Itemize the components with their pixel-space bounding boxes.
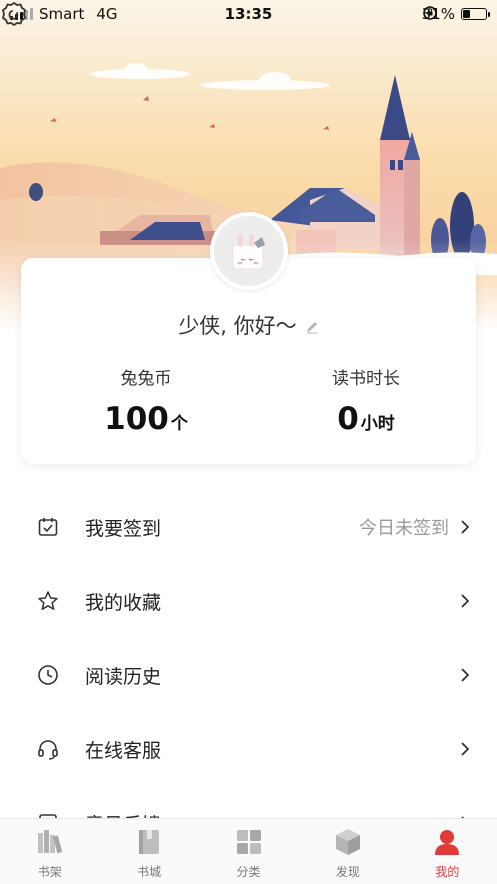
stat-coins-value-row: 100 个 [46,401,246,437]
greeting-row[interactable]: 少侠, 你好～ [21,310,476,340]
avatar[interactable] [210,212,288,290]
battery-icon [461,8,490,20]
tab-label-mine: 我的 [435,865,460,879]
settings-gear-icon[interactable] [0,0,28,28]
tab-label-bookstore: 书城 [137,865,162,879]
bottom-tab-bar: 书架 书城 分类 发现 我的 [0,818,497,884]
menu-label-support: 在线客服 [85,739,162,762]
tab-category[interactable]: 分类 [199,819,298,884]
chevron-right-icon [461,594,469,608]
tab-mine[interactable]: 我的 [398,819,497,884]
stat-coins-unit: 个 [170,414,188,434]
status-right: 31% [422,5,490,23]
stat-reading-time[interactable]: 读书时长 0 小时 [266,364,466,437]
stat-coins-label: 兔兔币 [120,369,172,389]
chevron-right-icon [461,668,469,682]
stat-coins[interactable]: 兔兔币 100 个 [46,364,246,437]
tab-discover[interactable]: 发现 [298,819,397,884]
menu-list: 我要签到 今日未签到 我的收藏 阅读历史 在线客服 意见反馈 [0,490,497,860]
calendar-check-icon [38,518,58,536]
menu-label-favorites: 我的收藏 [85,591,162,614]
edit-pencil-icon[interactable] [305,320,319,334]
tab-bookstore[interactable]: 书城 [99,819,198,884]
stat-coins-value: 100 [104,401,169,437]
stat-reading-unit: 小时 [360,414,395,434]
menu-item-favorites[interactable]: 我的收藏 [0,564,497,638]
menu-item-checkin[interactable]: 我要签到 今日未签到 [0,490,497,564]
checkin-status: 今日未签到 [359,518,449,539]
tab-bookshelf[interactable]: 书架 [0,819,99,884]
headset-icon [38,740,58,760]
tab-label-discover: 发现 [335,865,360,879]
star-icon [38,591,58,610]
user-icon [435,830,460,855]
cube-icon [335,829,360,855]
bookshelf-icon [37,830,62,854]
menu-item-support[interactable]: 在线客服 [0,712,497,786]
tab-label-bookshelf: 书架 [37,865,62,879]
battery-fill [463,10,470,18]
chevron-right-icon [461,742,469,756]
menu-label-checkin: 我要签到 [85,517,162,540]
greeting-text: 少侠, 你好～ [178,314,297,338]
status-bar: Smart 4G 13:35 31% [0,0,497,28]
stat-reading-value: 0 [337,401,359,437]
clock-icon [38,665,58,685]
rabbit-avatar-icon [232,234,265,270]
rotation-lock-icon [422,6,437,20]
menu-label-history: 阅读历史 [85,665,162,688]
tab-label-category: 分类 [236,865,261,879]
menu-item-history[interactable]: 阅读历史 [0,638,497,712]
stat-reading-value-row: 0 小时 [266,401,466,437]
grid-icon [236,830,261,854]
stat-reading-label: 读书时长 [332,369,400,389]
chevron-right-icon [461,520,469,534]
book-icon [139,830,160,854]
